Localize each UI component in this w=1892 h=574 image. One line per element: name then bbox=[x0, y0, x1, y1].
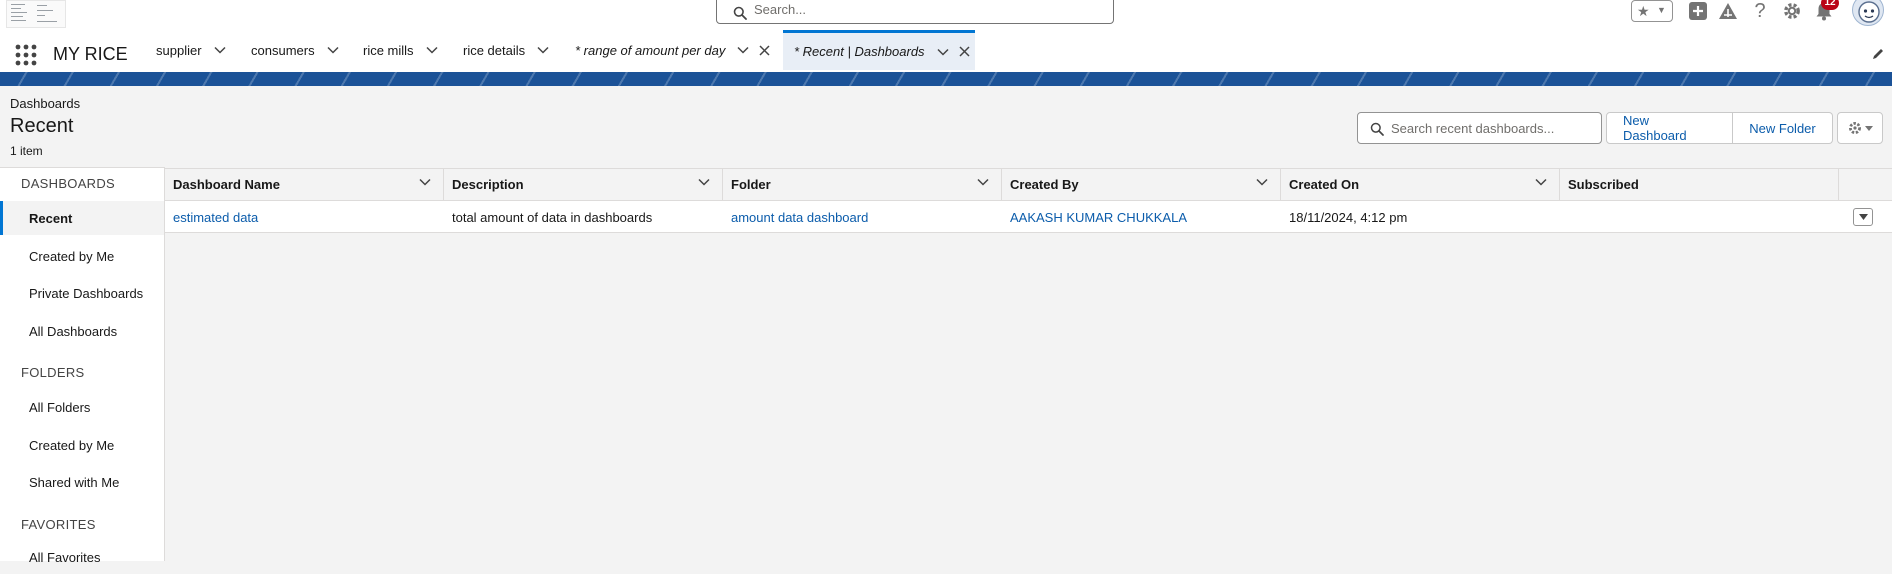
column-header-label: Dashboard Name bbox=[173, 177, 280, 192]
help-icon[interactable]: ? bbox=[1748, 0, 1772, 22]
caret-down-icon bbox=[1858, 214, 1868, 220]
header-button-group: New Dashboard New Folder bbox=[1606, 112, 1833, 144]
tab-label: * range of amount per day bbox=[575, 42, 726, 58]
tab-label: rice details bbox=[463, 42, 526, 58]
favorites-button-group[interactable]: ★ ▼ bbox=[1631, 0, 1673, 22]
star-icon[interactable]: ★ bbox=[1637, 3, 1650, 20]
dashboard-search-input[interactable]: Search recent dashboards... bbox=[1357, 112, 1602, 144]
column-header-dashboard-name[interactable]: Dashboard Name bbox=[165, 168, 444, 201]
close-icon[interactable] bbox=[959, 46, 970, 57]
item-count: 1 item bbox=[10, 144, 43, 158]
trailhead-icon[interactable] bbox=[1716, 0, 1740, 22]
column-header-label: Description bbox=[452, 177, 524, 192]
new-dashboard-button[interactable]: New Dashboard bbox=[1606, 112, 1733, 144]
chevron-down-icon[interactable] bbox=[426, 46, 438, 54]
notification-count-badge: 12 bbox=[1821, 0, 1839, 10]
column-header-label: Created By bbox=[1010, 177, 1079, 192]
object-label: Dashboards bbox=[10, 96, 81, 111]
sidebar-item-shared-with-me[interactable]: Shared with Me bbox=[0, 465, 164, 499]
edit-nav-pencil-icon[interactable] bbox=[1871, 47, 1885, 64]
tab-rice-details[interactable]: rice details bbox=[463, 30, 549, 70]
chevron-down-icon[interactable] bbox=[419, 178, 431, 186]
chevron-down-icon[interactable] bbox=[214, 46, 226, 54]
sidebar-item-created-by-me[interactable]: Created by Me bbox=[0, 239, 164, 273]
cell-description: total amount of data in dashboards bbox=[452, 209, 653, 225]
cell-subscribed bbox=[1560, 201, 1839, 233]
sidebar-heading-favorites: FAVORITES bbox=[21, 517, 96, 532]
table-empty-area bbox=[165, 233, 1892, 561]
chevron-down-icon[interactable] bbox=[1256, 178, 1268, 186]
tab-range-of-amount-per-day[interactable]: * range of amount per day bbox=[575, 30, 770, 70]
cell-folder-link[interactable]: amount data dashboard bbox=[723, 201, 1002, 233]
sidebar-heading-dashboards: DASHBOARDS bbox=[21, 176, 116, 191]
column-header-label: Folder bbox=[731, 177, 771, 192]
column-header-created-on[interactable]: Created On bbox=[1281, 168, 1560, 201]
org-logo[interactable] bbox=[6, 0, 66, 28]
cell-created-on: 18/11/2024, 4:12 pm bbox=[1289, 209, 1408, 225]
chevron-down-icon[interactable] bbox=[937, 48, 949, 56]
close-icon[interactable] bbox=[759, 44, 770, 56]
dashboard-search-placeholder: Search recent dashboards... bbox=[1391, 121, 1555, 136]
global-search-placeholder: Search... bbox=[754, 2, 807, 17]
add-icon[interactable] bbox=[1686, 0, 1710, 22]
tab-label: supplier bbox=[156, 42, 202, 58]
column-header-created-by[interactable]: Created By bbox=[1002, 168, 1281, 201]
sidebar-item-all-favorites[interactable]: All Favorites bbox=[0, 540, 164, 574]
search-icon bbox=[1370, 122, 1384, 136]
tab-label: rice mills bbox=[363, 42, 414, 58]
column-header-folder[interactable]: Folder bbox=[723, 168, 1002, 201]
app-name: MY RICE bbox=[53, 44, 128, 64]
chevron-down-icon[interactable] bbox=[698, 178, 710, 186]
new-folder-button[interactable]: New Folder bbox=[1733, 112, 1833, 144]
sidebar-item-folders-created-by-me[interactable]: Created by Me bbox=[0, 428, 164, 462]
row-actions-button[interactable] bbox=[1853, 208, 1873, 226]
sidebar-item-all-folders[interactable]: All Folders bbox=[0, 390, 164, 424]
tab-label: consumers bbox=[251, 42, 315, 58]
brand-band bbox=[0, 72, 1892, 86]
caret-down-icon bbox=[1864, 125, 1873, 131]
page-title: Recent bbox=[10, 115, 74, 137]
chevron-down-icon[interactable]: ▼ bbox=[1657, 5, 1666, 15]
setup-gear-icon[interactable] bbox=[1780, 0, 1804, 22]
sidebar-item-private-dashboards[interactable]: Private Dashboards bbox=[0, 276, 164, 310]
column-header-subscribed[interactable]: Subscribed bbox=[1560, 168, 1839, 201]
cell-created-by-link[interactable]: AAKASH KUMAR CHUKKALA bbox=[1002, 201, 1281, 233]
chevron-down-icon[interactable] bbox=[1535, 178, 1547, 186]
chevron-down-icon[interactable] bbox=[977, 178, 989, 186]
tab-recent-dashboards[interactable]: * Recent | Dashboards bbox=[783, 30, 975, 70]
search-icon bbox=[733, 6, 747, 20]
sidebar-item-all-dashboards[interactable]: All Dashboards bbox=[0, 314, 164, 348]
cell-dashboard-name-link[interactable]: estimated data bbox=[165, 201, 444, 233]
tab-label: * Recent | Dashboards bbox=[794, 44, 925, 59]
gear-icon bbox=[1848, 122, 1861, 134]
chevron-down-icon[interactable] bbox=[737, 46, 749, 54]
chevron-down-icon[interactable] bbox=[327, 46, 339, 54]
sidebar-heading-folders: FOLDERS bbox=[21, 365, 85, 380]
list-settings-menu[interactable] bbox=[1837, 112, 1883, 144]
column-header-label: Created On bbox=[1289, 177, 1360, 192]
sidebar-item-recent[interactable]: Recent bbox=[0, 201, 164, 235]
tab-rice-mills[interactable]: rice mills bbox=[363, 30, 438, 70]
tab-supplier[interactable]: supplier bbox=[156, 30, 226, 70]
column-header-label: Subscribed bbox=[1568, 177, 1639, 192]
chevron-down-icon[interactable] bbox=[537, 46, 549, 54]
column-header-description[interactable]: Description bbox=[444, 168, 723, 201]
global-search-input[interactable]: Search... bbox=[716, 0, 1114, 24]
tab-consumers[interactable]: consumers bbox=[251, 30, 339, 70]
app-launcher-icon[interactable] bbox=[14, 43, 38, 70]
